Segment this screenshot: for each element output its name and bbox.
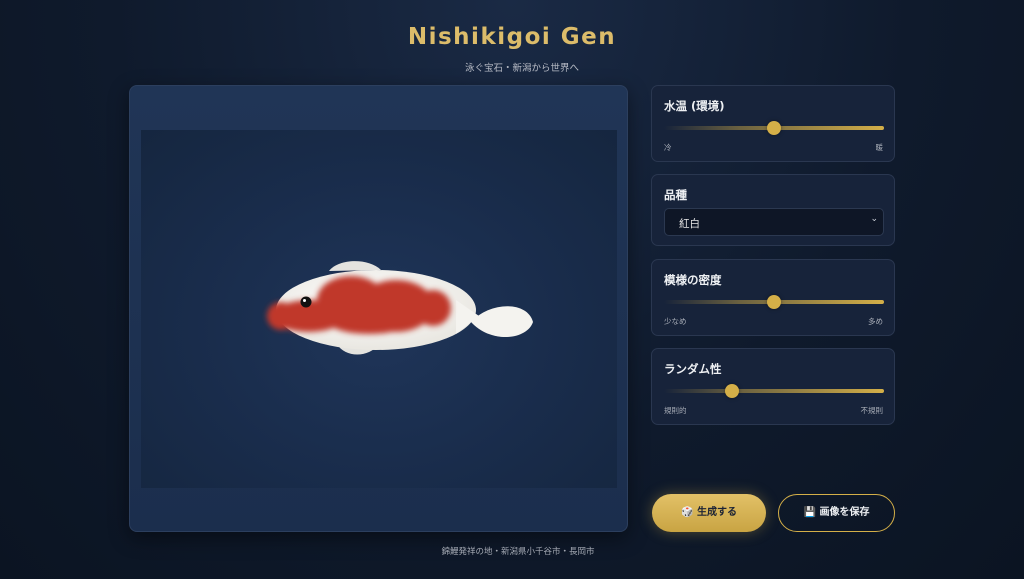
variety-label: 品種 bbox=[664, 188, 687, 202]
variety-selected-value: 紅白 bbox=[679, 218, 700, 230]
temperature-min-label: 冷 bbox=[664, 143, 672, 152]
koi-illustration bbox=[267, 261, 533, 355]
density-label: 模様の密度 bbox=[664, 273, 722, 287]
randomness-track[interactable] bbox=[664, 389, 884, 393]
dorsal-fin bbox=[329, 261, 381, 271]
randomness-slider[interactable] bbox=[664, 384, 884, 398]
temperature-thumb[interactable] bbox=[767, 121, 781, 135]
koi-eye bbox=[300, 296, 312, 308]
randomness-min-label: 規則的 bbox=[664, 406, 687, 415]
randomness-label: ランダム性 bbox=[664, 362, 722, 376]
temperature-slider[interactable] bbox=[664, 121, 884, 135]
app-title: Nishikigoi Gen bbox=[407, 24, 617, 50]
density-max-label: 多め bbox=[868, 317, 883, 326]
koi-canvas-panel bbox=[129, 85, 628, 532]
tail-fin bbox=[471, 306, 533, 338]
density-control: 模様の密度 少なめ 多め bbox=[651, 259, 895, 336]
temperature-max-label: 暖 bbox=[875, 143, 884, 152]
randomness-max-label: 不規則 bbox=[860, 406, 884, 415]
randomness-control: ランダム性 規則的 不規則 bbox=[651, 348, 895, 425]
temperature-label: 水温 (環境) bbox=[664, 99, 725, 113]
temperature-control: 水温 (環境) 冷 暖 bbox=[651, 85, 895, 162]
randomness-thumb[interactable] bbox=[725, 384, 740, 398]
save-image-button[interactable]: 💾 画像を保存 bbox=[778, 494, 895, 532]
variety-control: 品種 紅白 ⌄ bbox=[651, 174, 895, 246]
density-slider[interactable] bbox=[664, 295, 884, 309]
footer-text: 錦鯉発祥の地・新潟県小千谷市・長岡市 bbox=[441, 547, 595, 557]
chevron-down-icon: ⌄ bbox=[870, 214, 878, 224]
density-min-label: 少なめ bbox=[664, 317, 687, 326]
pond-canvas bbox=[141, 130, 617, 488]
variety-select[interactable]: 紅白 ⌄ bbox=[664, 208, 884, 236]
density-thumb[interactable] bbox=[767, 295, 781, 309]
generate-button[interactable]: 🎲 生成する bbox=[652, 494, 766, 532]
app-subtitle: 泳ぐ宝石・新潟から世界へ bbox=[464, 63, 579, 74]
